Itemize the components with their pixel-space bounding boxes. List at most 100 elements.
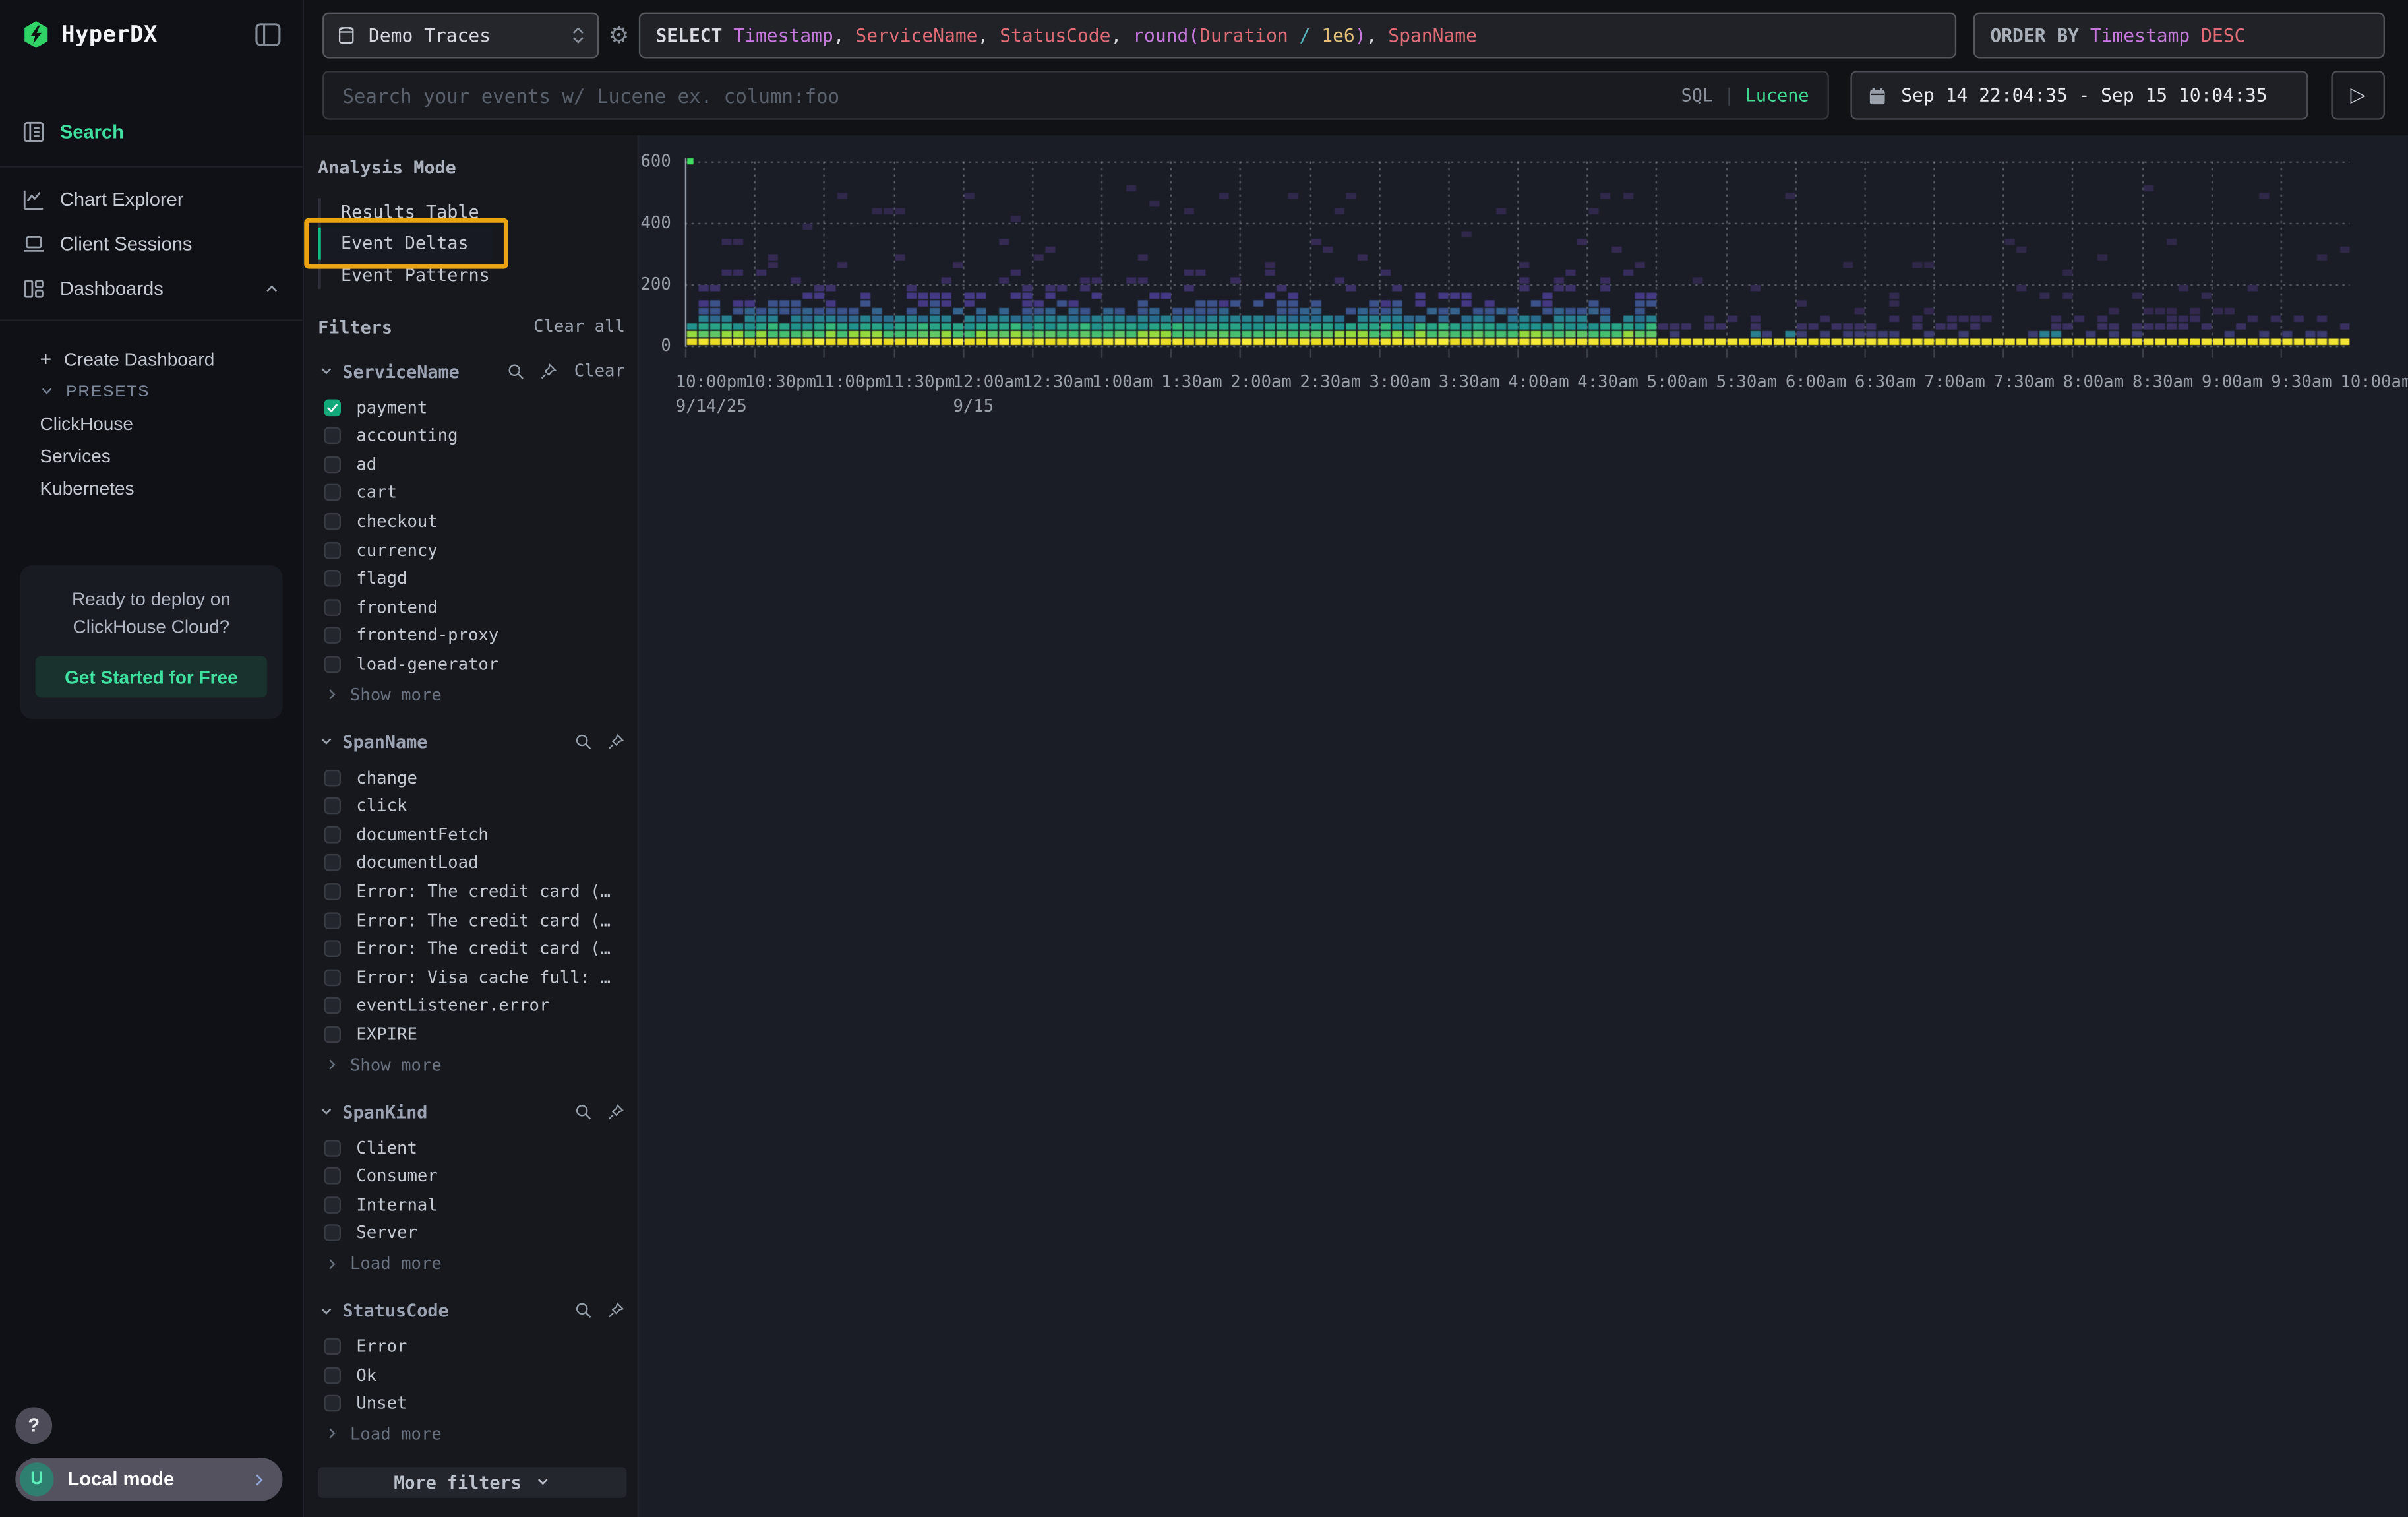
pin-icon[interactable] [607, 1103, 625, 1121]
filter-option-row[interactable]: eventListener.error [318, 992, 625, 1020]
checkbox[interactable] [324, 542, 341, 559]
show-more-link[interactable]: Load more [318, 1251, 625, 1277]
filter-option-row[interactable]: Unset [318, 1389, 625, 1417]
checkbox[interactable] [324, 456, 341, 473]
chevron-down-icon[interactable] [318, 363, 335, 381]
preset-item-kubernetes[interactable]: Kubernetes [0, 472, 303, 504]
checkbox[interactable] [324, 485, 341, 502]
checkbox[interactable] [324, 627, 341, 644]
search-icon[interactable] [574, 1103, 593, 1121]
checkbox[interactable] [324, 1367, 341, 1384]
clear-button[interactable]: Clear [574, 361, 625, 381]
filter-option-row[interactable]: Error: Visa cache full: … [318, 963, 625, 991]
traces-heatmap-canvas[interactable] [685, 154, 2350, 365]
checkbox[interactable] [324, 427, 341, 445]
help-button[interactable]: ? [15, 1407, 52, 1444]
user-menu-pill[interactable]: U Local mode [15, 1458, 282, 1501]
search-icon[interactable] [506, 362, 525, 381]
checkbox[interactable] [324, 513, 341, 530]
chevron-down-icon[interactable] [318, 1302, 335, 1319]
sidebar-item-search[interactable]: Search [0, 108, 303, 157]
filter-group-title[interactable]: StatusCode [342, 1300, 574, 1322]
checkbox[interactable] [324, 1395, 341, 1412]
filter-option-row[interactable]: currency [318, 536, 625, 564]
filter-option-row[interactable]: EXPIRE [318, 1020, 625, 1049]
run-query-button[interactable]: ▷ [2331, 71, 2385, 120]
search-input[interactable]: Search your events w/ Lucene ex. column:… [322, 71, 1829, 120]
sidebar-item-dashboards[interactable]: Dashboards [0, 266, 303, 311]
show-more-link[interactable]: Show more [318, 682, 625, 708]
filter-option-row[interactable]: Internal [318, 1191, 625, 1219]
pin-icon[interactable] [607, 733, 625, 751]
filter-group-title[interactable]: ServiceName [342, 361, 506, 383]
filter-option-row[interactable]: Error: The credit card (… [318, 877, 625, 906]
pin-icon[interactable] [539, 362, 557, 381]
checkbox[interactable] [324, 912, 341, 929]
filter-option-row[interactable]: Client [318, 1133, 625, 1161]
get-started-button[interactable]: Get Started for Free [36, 656, 268, 697]
filter-group-title[interactable]: SpanKind [342, 1101, 574, 1123]
analysis-option-event-patterns[interactable]: Event Patterns [318, 259, 514, 290]
checkbox[interactable] [324, 826, 341, 844]
checkbox[interactable] [324, 969, 341, 986]
presets-toggle[interactable]: PRESETS [0, 375, 303, 407]
lucene-mode-toggle[interactable]: Lucene [1745, 84, 1809, 106]
filter-option-row[interactable]: Server [318, 1219, 625, 1247]
more-filters-button[interactable]: More filters [318, 1467, 626, 1498]
checkbox[interactable] [324, 941, 341, 958]
create-dashboard-link[interactable]: + Create Dashboard [0, 342, 303, 375]
filter-option-row[interactable]: Error: The credit card (… [318, 906, 625, 935]
preset-item-clickhouse[interactable]: ClickHouse [0, 407, 303, 439]
checkbox[interactable] [324, 656, 341, 673]
checkbox[interactable] [324, 997, 341, 1014]
filter-option-row[interactable]: accounting [318, 421, 625, 450]
checkbox[interactable] [324, 855, 341, 872]
analysis-option-results-table[interactable]: Results Table [318, 197, 504, 228]
gear-icon[interactable]: ⚙ [599, 13, 639, 59]
checkbox[interactable] [324, 1139, 341, 1156]
date-range-picker[interactable]: Sep 14 22:04:35 - Sep 15 10:04:35 [1850, 71, 2308, 120]
checkbox[interactable] [324, 1225, 341, 1242]
checkbox[interactable] [324, 599, 341, 616]
sidebar-item-chart-explorer[interactable]: Chart Explorer [0, 177, 303, 222]
filter-option-row[interactable]: load-generator [318, 650, 625, 679]
checkbox[interactable] [324, 1338, 341, 1355]
sql-mode-toggle[interactable]: SQL [1681, 84, 1713, 106]
filter-option-row[interactable]: click [318, 791, 625, 820]
filter-option-row[interactable]: Error: The credit card (… [318, 935, 625, 963]
search-icon[interactable] [574, 733, 593, 751]
preset-item-services[interactable]: Services [0, 439, 303, 472]
chevron-down-icon[interactable] [318, 1103, 335, 1121]
checkbox[interactable] [324, 571, 341, 588]
checkbox[interactable] [324, 1196, 341, 1214]
filter-option-row[interactable]: Error [318, 1332, 625, 1361]
filter-option-row[interactable]: frontend-proxy [318, 621, 625, 650]
data-source-select[interactable]: Demo Traces [322, 13, 599, 59]
filter-option-row[interactable]: Ok [318, 1361, 625, 1389]
collapse-sidebar-icon[interactable] [255, 23, 282, 46]
checkbox[interactable] [324, 1026, 341, 1043]
filter-option-row[interactable]: flagd [318, 565, 625, 593]
filter-option-row[interactable]: frontend [318, 593, 625, 621]
filter-option-row[interactable]: cart [318, 479, 625, 507]
checkbox[interactable] [324, 1167, 341, 1185]
pin-icon[interactable] [607, 1301, 625, 1320]
chevron-up-icon[interactable] [262, 279, 281, 297]
filter-option-row[interactable]: Consumer [318, 1162, 625, 1191]
checkbox[interactable] [324, 797, 341, 815]
analysis-option-event-deltas[interactable]: Event Deltas [318, 228, 493, 259]
chevron-down-icon[interactable] [318, 733, 335, 751]
filter-option-row[interactable]: documentLoad [318, 849, 625, 877]
checkbox[interactable] [324, 769, 341, 786]
order-by-input[interactable]: ORDER BY Timestamp DESC [1973, 13, 2385, 59]
checkbox[interactable] [324, 883, 341, 900]
filter-option-row[interactable]: change [318, 763, 625, 791]
sidebar-item-client-sessions[interactable]: Client Sessions [0, 221, 303, 266]
filter-option-row[interactable]: payment [318, 393, 625, 421]
filter-group-title[interactable]: SpanName [342, 731, 574, 753]
show-more-link[interactable]: Show more [318, 1052, 625, 1078]
clear-all-button[interactable]: Clear all [533, 317, 625, 337]
select-query-input[interactable]: SELECT Timestamp, ServiceName, StatusCod… [639, 13, 1956, 59]
filter-option-row[interactable]: ad [318, 450, 625, 479]
checkbox[interactable] [324, 399, 341, 416]
